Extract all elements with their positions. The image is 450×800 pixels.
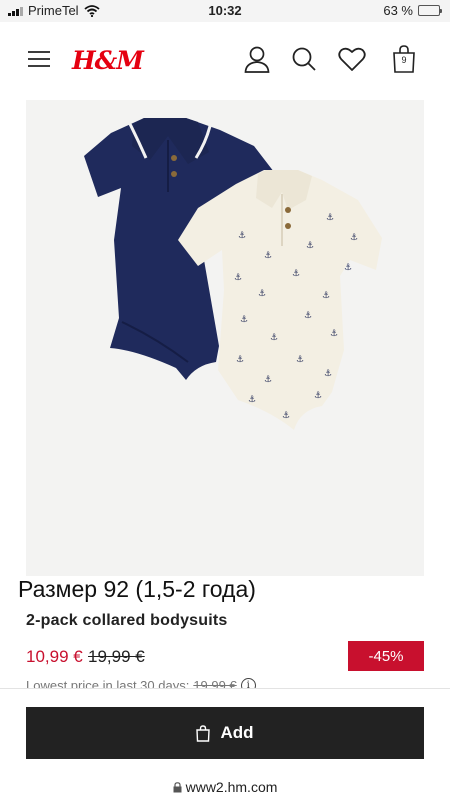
svg-text:⚓: ⚓ [296, 355, 304, 365]
svg-text:⚓: ⚓ [330, 329, 338, 339]
svg-text:⚓: ⚓ [258, 289, 266, 299]
size-overlay-text: Размер 92 (1,5-2 года) [18, 576, 256, 602]
product-image[interactable]: ⚓ ⚓ ⚓ ⚓ ⚓ ⚓ ⚓ ⚓ ⚓ ⚓ ⚓ ⚓ ⚓ ⚓ ⚓ ⚓ ⚓ ⚓ ⚓ ⚓ ⚓ Размер 92 (1,5… [18, 100, 424, 602]
status-right: 63 % [383, 3, 442, 18]
lock-icon [173, 781, 182, 792]
bag-count-badge: 9 [401, 55, 407, 65]
svg-text:⚓: ⚓ [322, 291, 330, 301]
search-icon[interactable] [289, 44, 319, 74]
wifi-icon [83, 4, 100, 17]
product-photo: ⚓ ⚓ ⚓ ⚓ ⚓ ⚓ ⚓ ⚓ ⚓ ⚓ ⚓ ⚓ ⚓ ⚓ ⚓ ⚓ ⚓ ⚓ ⚓ ⚓ ⚓ [84, 118, 382, 430]
price-current: 10,99 € [26, 647, 83, 666]
bag-outline-icon [196, 724, 211, 742]
signal-icon [8, 6, 23, 16]
add-button-label: Add [220, 723, 254, 742]
svg-text:⚓: ⚓ [248, 395, 256, 405]
status-left: PrimeTel [8, 3, 100, 18]
product-title: 2-pack collared bodysuits [26, 612, 228, 629]
svg-text:⚓: ⚓ [264, 251, 272, 261]
svg-text:⚓: ⚓ [236, 355, 244, 365]
brand-logo[interactable]: H&M [72, 46, 144, 75]
svg-text:⚓: ⚓ [350, 233, 358, 243]
svg-text:⚓: ⚓ [270, 333, 278, 343]
svg-text:⚓: ⚓ [324, 369, 332, 379]
price-old: 19,99 € [88, 647, 145, 666]
bag-icon[interactable]: 9 [389, 44, 419, 74]
svg-text:⚓: ⚓ [292, 269, 300, 279]
battery-percent: 63 % [383, 3, 413, 18]
url-text: www2.hm.com [185, 779, 278, 795]
battery-icon [418, 5, 442, 16]
svg-text:⚓: ⚓ [238, 231, 246, 241]
carrier-name: PrimeTel [28, 3, 79, 18]
svg-text:⚓: ⚓ [304, 311, 312, 321]
site-header: H&M 9 [0, 22, 450, 100]
bottom-bar: Add www2.hm.com [0, 688, 450, 800]
svg-text:⚓: ⚓ [344, 263, 352, 273]
svg-text:⚓: ⚓ [234, 273, 242, 283]
add-to-bag-button[interactable]: Add [26, 707, 424, 759]
status-bar: PrimeTel 10:32 63 % [0, 0, 450, 22]
browser-url-bar[interactable]: www2.hm.com [0, 779, 450, 795]
discount-badge: -45% [348, 641, 424, 671]
menu-icon[interactable] [24, 44, 54, 74]
heart-icon[interactable] [337, 44, 367, 74]
svg-text:⚓: ⚓ [282, 411, 290, 421]
svg-text:⚓: ⚓ [306, 241, 314, 251]
svg-text:⚓: ⚓ [314, 391, 322, 401]
svg-text:⚓: ⚓ [264, 375, 272, 385]
svg-text:⚓: ⚓ [326, 213, 334, 223]
user-icon[interactable] [242, 44, 272, 74]
svg-text:⚓: ⚓ [240, 315, 248, 325]
